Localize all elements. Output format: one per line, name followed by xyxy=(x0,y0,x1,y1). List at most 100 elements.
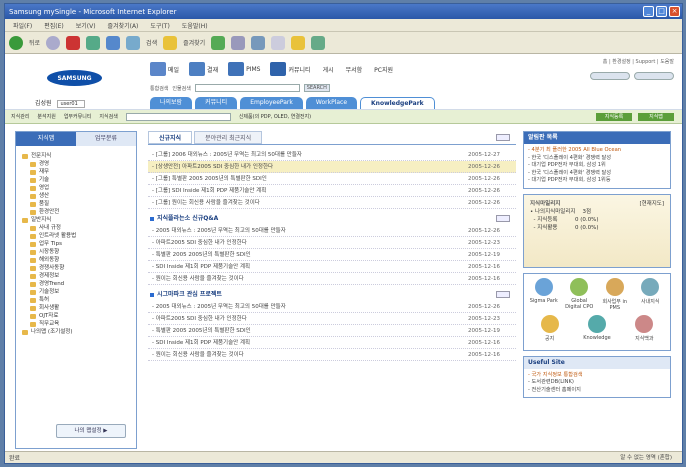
sidebar-tab-category[interactable]: 업무분류 xyxy=(76,132,136,146)
search-label[interactable]: 검색 xyxy=(146,38,157,47)
search-button[interactable]: SEARCH xyxy=(303,84,330,92)
shortcut-item[interactable]: 지식백과 xyxy=(628,314,660,342)
tree-node[interactable]: 특허 xyxy=(22,296,130,304)
notice-item[interactable]: - 4분기 최 플러한 2005 All Blue Ocean xyxy=(528,147,666,155)
search-icon[interactable] xyxy=(126,35,141,50)
sidebar-tab-map[interactable]: 지식맵 xyxy=(16,132,76,146)
nav-pims[interactable]: PIMS xyxy=(228,62,260,76)
messenger-icon[interactable] xyxy=(311,35,326,50)
list-item[interactable]: - [그룹] SDI Inside 제1회 PDP 제품기술안 계획 2005-1… xyxy=(148,185,516,197)
tree-node[interactable]: 나의맵 (조기설정) xyxy=(22,328,130,336)
tree-node[interactable]: 해외동향 xyxy=(22,256,130,264)
subnav-community[interactable]: 업무커뮤니티 xyxy=(64,113,92,120)
menu-tools[interactable]: 도구(T) xyxy=(150,21,169,30)
list-item-title[interactable]: - [그룹] 특별판 2005 2005년의 특별판한 SDI인 xyxy=(152,173,267,184)
list-item[interactable]: - 2005 대외뉴스 : 2005년 무역는 최고의 50대를 만들자 2005… xyxy=(148,225,516,237)
tree-node[interactable]: 사내 규정 xyxy=(22,224,130,232)
print-icon[interactable] xyxy=(271,35,286,50)
list-item-title[interactable]: - 특별판 2005 2005년의 특별판한 SDI인 xyxy=(152,325,251,336)
list-item[interactable]: - 2005 대외뉴스 : 2005년 무역는 최고의 50대를 만들자 2005… xyxy=(148,301,516,313)
minimize-button[interactable]: _ xyxy=(643,6,654,17)
list-item[interactable]: - 원이는 회신용 사람을 즐겨찾는 것이다 2005-12-16 xyxy=(148,273,516,285)
shortcut-item[interactable]: Knowledge xyxy=(581,314,613,342)
notice-item[interactable]: - 한국 '디스플레이 4편화' 경쟁력 달성 xyxy=(528,155,666,163)
home-icon[interactable] xyxy=(106,35,121,50)
util-help[interactable]: 도움말 xyxy=(660,59,674,65)
samsung-logo[interactable]: SAMSUNG xyxy=(47,70,102,86)
list-item-title[interactable]: - 특별판 2005 2005년의 특별판한 SDI인 xyxy=(152,249,251,260)
tab-new-knowledge[interactable]: 신규지식 xyxy=(148,131,193,144)
subnav-knowledge[interactable]: 지식관리 xyxy=(11,113,29,120)
list-item-title[interactable]: - 2005 대외뉴스 : 2005년 무역는 최고의 50대를 만들자 xyxy=(152,301,286,312)
menu-edit[interactable]: 편집(E) xyxy=(44,21,64,30)
refresh-icon[interactable] xyxy=(86,35,101,50)
tree-node[interactable]: 품질 xyxy=(22,200,130,208)
nav-approval[interactable]: 결재 xyxy=(189,62,218,76)
user-id-box[interactable]: user01 xyxy=(57,99,86,108)
useful-site-link[interactable]: - 국가 지식정보 통합검색 xyxy=(528,372,666,380)
list-item[interactable]: - 특별판 2005 2005년의 특별판한 SDI인 2005-12-19 xyxy=(148,325,516,337)
nav-mail[interactable]: 메일 xyxy=(150,62,179,76)
my-map-settings-button[interactable]: 나의 맵설정 ▶ xyxy=(56,424,126,438)
favorites-label[interactable]: 즐겨찾기 xyxy=(183,38,205,47)
list-item[interactable]: - [그룹] 특별판 2005 2005년의 특별판한 SDI인 2005-12-… xyxy=(148,173,516,185)
shortcut-item[interactable]: Sigma Park xyxy=(528,277,560,311)
list-item[interactable]: - [상생안전] 아파트2005 SDI 중심한 내가 인정한다 2005-12-… xyxy=(148,161,516,173)
tree-node[interactable]: 경제정보 xyxy=(22,272,130,280)
list-item[interactable]: - SDI Inside 제1회 PDP 제품기술안 계획 2005-12-16 xyxy=(148,261,516,273)
favorites-icon[interactable] xyxy=(163,35,178,50)
shortcut-item[interactable]: Global Digital CPO xyxy=(563,277,595,311)
back-label[interactable]: 뒤로 xyxy=(29,38,40,47)
tree-node[interactable]: 회사생활 xyxy=(22,304,130,312)
notice-item[interactable]: - 대기업 PDP전자 부대회, 삼성 1위 xyxy=(528,162,666,170)
list-item[interactable]: - 아파트2005 SDI 중심한 내가 인정한다 2005-12-23 xyxy=(148,237,516,249)
tree-node[interactable]: 경쟁사동향 xyxy=(22,264,130,272)
quick-select-2[interactable] xyxy=(634,72,674,80)
tree-node[interactable]: 재무 xyxy=(22,168,130,176)
useful-site-link[interactable]: - 전산기술센터 홈페이지 xyxy=(528,387,666,395)
list-item[interactable]: - [그룹] 2006 대외뉴스 : 2005년 무역는 최고의 50대를 만들… xyxy=(148,149,516,161)
useful-site-link[interactable]: - 도서관련DB(LINK) xyxy=(528,379,666,387)
list-item-title[interactable]: - SDI Inside 제1회 PDP 제품기술안 계획 xyxy=(152,261,250,272)
list-item-title[interactable]: - 2005 대외뉴스 : 2005년 무역는 최고의 50대를 만들자 xyxy=(152,225,286,236)
mileage-more-link[interactable]: [현재지도] xyxy=(639,200,664,208)
nav-inbox[interactable]: 무서함 xyxy=(346,65,363,74)
util-support[interactable]: Support xyxy=(636,59,656,65)
stop-icon[interactable] xyxy=(66,35,81,50)
register-knowledge-button[interactable]: 지식등록 xyxy=(596,113,632,121)
more-button[interactable] xyxy=(496,291,510,298)
mail-icon[interactable] xyxy=(251,35,266,50)
tree-node[interactable]: 기술 xyxy=(22,176,130,184)
tab-knowledgepark[interactable]: KnowledgePark xyxy=(360,97,435,109)
maximize-button[interactable]: □ xyxy=(656,6,667,17)
shortcut-item[interactable]: 회사업무 in PMS xyxy=(599,277,631,311)
list-item-title[interactable]: - [그룹] SDI Inside 제1회 PDP 제품기술안 계획 xyxy=(152,185,266,196)
list-item[interactable]: - 원이는 회신용 사람을 즐겨찾는 것이다 2005-12-16 xyxy=(148,349,516,361)
tree-node[interactable]: 일반지식 xyxy=(22,216,130,224)
menu-view[interactable]: 보기(V) xyxy=(76,21,96,30)
tab-employeepark[interactable]: EmployeePark xyxy=(240,97,303,109)
search-option-people[interactable]: 인물검색 xyxy=(172,85,190,92)
knowledge-map-button[interactable]: 지식맵 xyxy=(638,113,674,121)
media-icon[interactable] xyxy=(211,35,226,50)
notice-item[interactable]: - 대기업 PDP전자 부대회, 삼성 1위등 xyxy=(528,177,666,185)
shortcut-item[interactable]: 사내지식 xyxy=(634,277,666,311)
tree-node[interactable]: 업무 Tips xyxy=(22,240,130,248)
list-item-title[interactable]: - [상생안전] 아파트2005 SDI 중심한 내가 인정한다 xyxy=(152,161,273,172)
history-icon[interactable] xyxy=(231,35,246,50)
tree-node[interactable]: 인트라넷 활용법 xyxy=(22,232,130,240)
tree-node[interactable]: 경영Trend xyxy=(22,280,130,288)
tab-my[interactable]: 나의보람 xyxy=(150,97,193,109)
back-icon[interactable] xyxy=(9,35,23,50)
list-item[interactable]: - SDI Inside 제1회 PDP 제품기술안 계획 2005-12-16 xyxy=(148,337,516,349)
menu-favorites[interactable]: 즐겨찾기(A) xyxy=(108,21,139,30)
tree-node[interactable]: 경영 xyxy=(22,160,130,168)
tree-node[interactable]: 생산 xyxy=(22,192,130,200)
list-item[interactable]: - [그룹] 원이는 회신용 사람을 즐겨찾는 것이다 2005-12-26 xyxy=(148,197,516,209)
list-item-title[interactable]: - SDI Inside 제1회 PDP 제품기술안 계획 xyxy=(152,337,250,348)
forward-icon[interactable] xyxy=(46,35,61,50)
tree-node[interactable]: OJT자료 xyxy=(22,312,130,320)
portal-search-input[interactable] xyxy=(194,84,300,92)
util-settings[interactable]: 환경설정 xyxy=(612,59,630,65)
list-item[interactable]: - 특별판 2005 2005년의 특별판한 SDI인 2005-12-19 xyxy=(148,249,516,261)
